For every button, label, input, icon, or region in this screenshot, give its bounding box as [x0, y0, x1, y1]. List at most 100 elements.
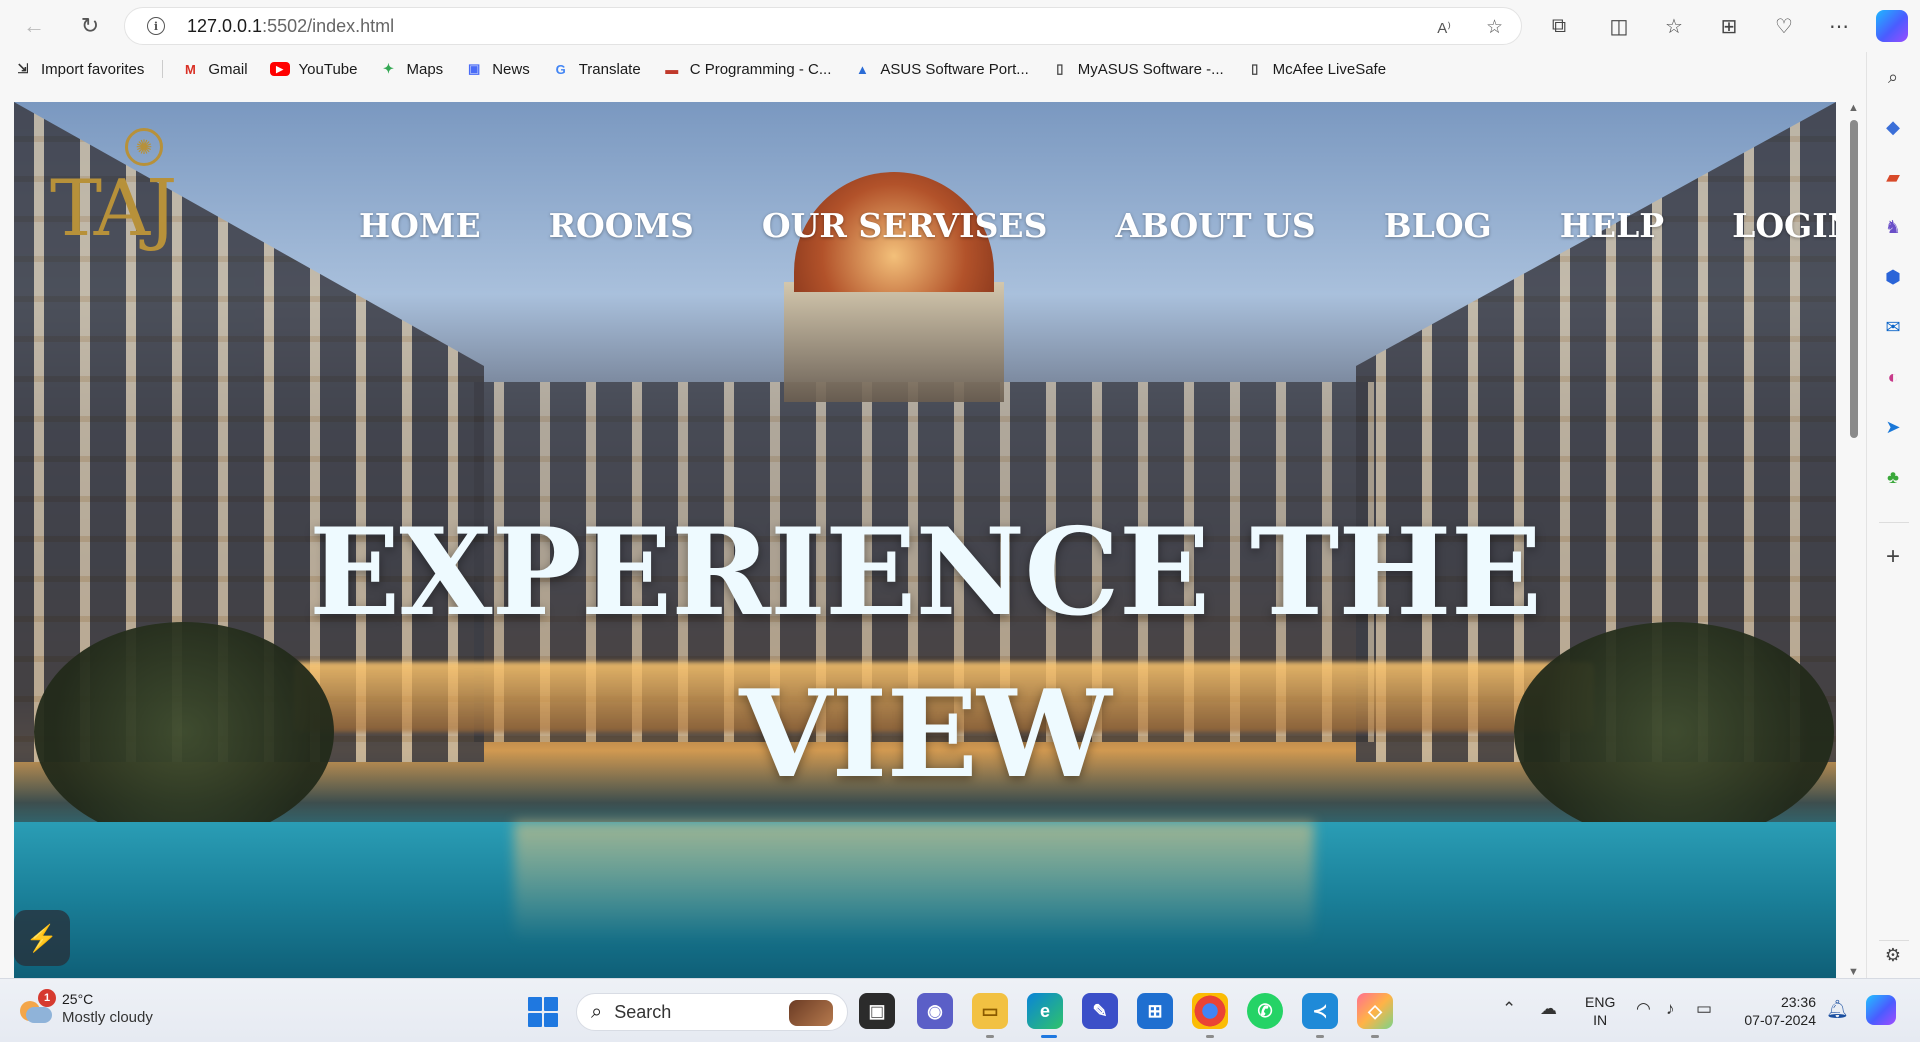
tools-icon[interactable]: ▰: [1880, 164, 1906, 190]
wifi-icon[interactable]: ◠: [1636, 999, 1651, 1019]
designer-icon[interactable]: ◐: [1880, 364, 1906, 390]
file-explorer-icon[interactable]: ▭: [972, 993, 1008, 1029]
main-navigation: HOME ROOMS OUR SERVISES ABOUT US BLOG HE…: [359, 206, 1836, 245]
favorites-icon[interactable]: ☆: [1660, 12, 1688, 40]
windows-start-icon[interactable]: [528, 997, 558, 1027]
page-icon: ▯: [1056, 61, 1064, 76]
favorite-myasus-software[interactable]: ▯ MyASUS Software -...: [1051, 60, 1224, 78]
drop-send-icon[interactable]: ➤: [1880, 414, 1906, 440]
browser-essentials-icon[interactable]: ♡: [1770, 12, 1798, 40]
favorite-label: Translate: [578, 60, 641, 78]
floating-widget-icon[interactable]: ⚡: [14, 910, 70, 966]
favorite-import-favorites[interactable]: ⇲ Import favorites: [14, 60, 145, 78]
games-icon[interactable]: ♞: [1880, 214, 1906, 240]
favorite-asus-software-portal[interactable]: ▲ ASUS Software Port...: [853, 60, 1029, 78]
running-indicator: [1206, 1035, 1214, 1038]
logo-text: TAJ: [50, 164, 177, 254]
tree-icon[interactable]: ♣: [1880, 464, 1906, 490]
search-icon[interactable]: ⌕: [1880, 64, 1906, 90]
site-icon: ▬: [665, 61, 679, 77]
add-favorite-star-icon[interactable]: ☆: [1486, 16, 1503, 39]
favorite-maps[interactable]: ✦ Maps: [380, 60, 443, 78]
photos-app-icon[interactable]: ◇: [1357, 993, 1393, 1029]
sidebar-settings-gear-icon[interactable]: ⚙: [1880, 942, 1906, 968]
url-text[interactable]: 127.0.0.1:5502/index.html: [187, 16, 394, 37]
notification-bell-icon[interactable]: 🔔︎: [1826, 999, 1849, 1020]
weather-alert-badge: 1: [38, 988, 56, 1007]
microsoft-store-icon[interactable]: ⊞: [1137, 993, 1173, 1029]
favorite-youtube[interactable]: ▶ YouTube: [269, 60, 358, 78]
gmail-icon: M: [184, 61, 196, 77]
search-placeholder: Search: [614, 1001, 672, 1022]
outlook-icon[interactable]: ✉: [1880, 314, 1906, 340]
favorites-divider: [162, 60, 164, 78]
weather-widget[interactable]: 1 25°C Mostly cloudy: [20, 988, 153, 1026]
nav-login[interactable]: LOGIN: [1732, 206, 1836, 245]
volume-icon[interactable]: ♪: [1666, 999, 1675, 1019]
running-indicator: [1371, 1035, 1379, 1038]
vscode-icon[interactable]: ≺: [1302, 993, 1338, 1029]
reload-button[interactable]: ↻: [74, 10, 106, 42]
microsoft-365-icon[interactable]: ⬢: [1880, 264, 1906, 290]
address-bar[interactable]: i 127.0.0.1:5502/index.html A⁾ ☆: [124, 7, 1522, 45]
weather-description: Mostly cloudy: [62, 1009, 153, 1026]
nav-login-label: LOGIN: [1732, 206, 1836, 245]
favorite-news[interactable]: ▣ News: [465, 60, 530, 78]
favorite-label: MyASUS Software -...: [1077, 60, 1224, 78]
favorite-gmail[interactable]: M Gmail: [181, 60, 248, 78]
favorite-mcafee-livesafe[interactable]: ▯ McAfee LiveSafe: [1246, 60, 1386, 78]
teams-chat-icon[interactable]: ◉: [917, 993, 953, 1029]
hero-title-line-1: EXPERIENCE THE: [308, 502, 1542, 643]
taskbar-search[interactable]: ⌕ Search: [576, 993, 848, 1031]
whatsapp-icon[interactable]: ✆: [1247, 993, 1283, 1029]
nav-home[interactable]: HOME: [359, 206, 481, 245]
language-indicator[interactable]: ENG IN: [1585, 993, 1615, 1029]
maps-icon: ✦: [383, 61, 394, 76]
split-screen-icon[interactable]: ◫: [1605, 12, 1633, 40]
nav-blog[interactable]: BLOG: [1384, 206, 1492, 245]
scroll-down-arrow-icon[interactable]: ▼: [1848, 966, 1859, 978]
chrome-icon[interactable]: [1192, 993, 1228, 1029]
hotel-tower: [784, 282, 1004, 402]
add-app-plus-icon[interactable]: +: [1880, 543, 1906, 570]
scroll-up-arrow-icon[interactable]: ▲: [1848, 102, 1859, 114]
youtube-icon: ▶: [269, 62, 290, 76]
nav-help[interactable]: HELP: [1560, 206, 1664, 245]
taj-logo[interactable]: ✺ TAJ: [50, 124, 190, 254]
copilot-taskbar-icon[interactable]: [1866, 995, 1896, 1025]
search-highlight-icon: [789, 1000, 833, 1026]
site-info-icon[interactable]: i: [147, 17, 165, 35]
favorite-label: YouTube: [298, 60, 358, 78]
cloud-sync-off-icon[interactable]: ☁: [1540, 999, 1557, 1019]
clock-date: 07-07-2024: [1744, 1012, 1816, 1028]
sidebar-divider: [1879, 522, 1909, 523]
edge-browser-icon[interactable]: e: [1027, 993, 1063, 1029]
asus-icon: ▲: [855, 61, 869, 77]
page-scrollbar[interactable]: ▲ ▼: [1846, 102, 1862, 978]
favorite-label: C Programming - C...: [689, 60, 832, 78]
copilot-icon[interactable]: [1876, 10, 1908, 42]
url-path: :5502/index.html: [262, 15, 395, 36]
more-options-icon[interactable]: ⋯: [1825, 12, 1853, 40]
nav-about-us[interactable]: ABOUT US: [1115, 206, 1315, 245]
shopping-tag-icon[interactable]: ◆: [1880, 114, 1906, 140]
collections-icon[interactable]: ⊞: [1715, 12, 1743, 40]
task-view-icon[interactable]: ▣: [859, 993, 895, 1029]
favorite-translate[interactable]: G Translate: [552, 60, 641, 78]
extensions-icon[interactable]: ⧉: [1545, 12, 1573, 40]
page-icon: ▯: [1251, 61, 1259, 76]
scroll-thumb[interactable]: [1850, 120, 1858, 438]
clock[interactable]: 23:36 07-07-2024: [1736, 993, 1816, 1029]
favorite-c-programming[interactable]: ▬ C Programming - C...: [663, 60, 832, 78]
back-button[interactable]: ←: [18, 10, 50, 42]
pen-app-icon[interactable]: ✎: [1082, 993, 1118, 1029]
favorite-label: Import favorites: [41, 60, 145, 78]
clock-time: 23:36: [1780, 994, 1816, 1010]
favorite-label: ASUS Software Port...: [880, 60, 1029, 78]
import-icon: ⇲: [17, 61, 29, 76]
nav-our-services[interactable]: OUR SERVISES: [762, 206, 1048, 245]
battery-icon[interactable]: ▭: [1696, 999, 1712, 1019]
nav-rooms[interactable]: ROOMS: [549, 206, 694, 245]
chevron-up-icon[interactable]: ⌃: [1502, 999, 1516, 1019]
read-aloud-icon[interactable]: A⁾: [1437, 19, 1451, 37]
